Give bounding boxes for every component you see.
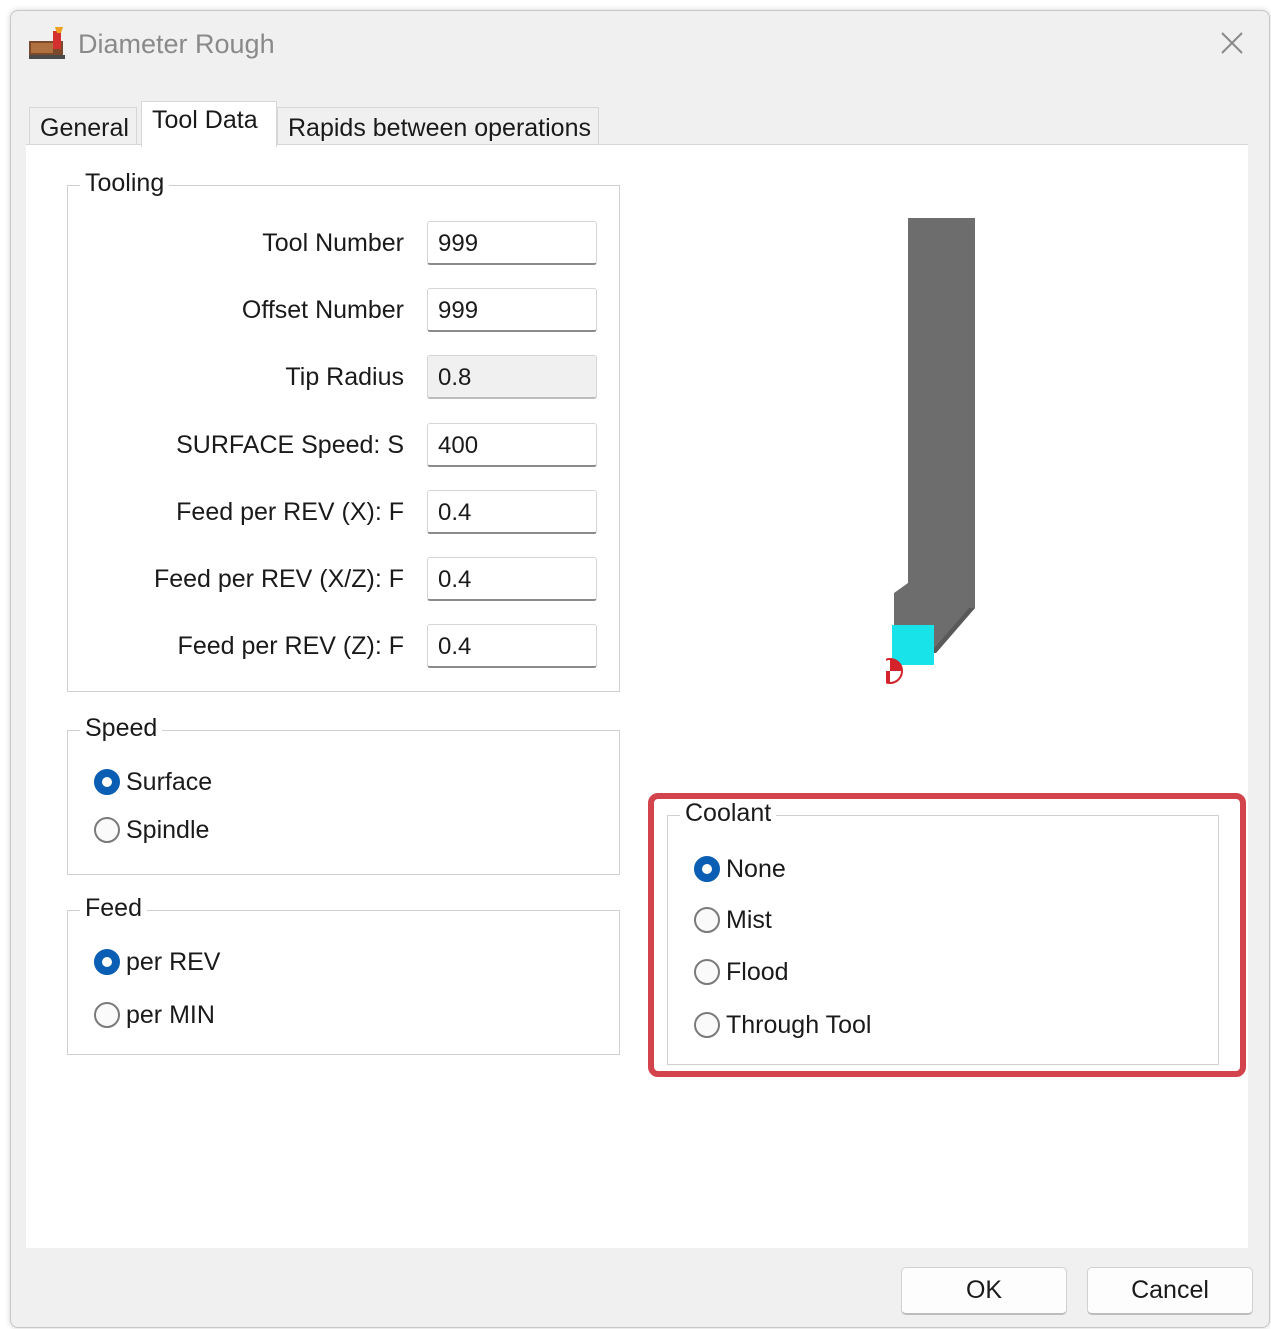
feed-rev-z-row: Feed per REV (Z): F 0.4: [68, 624, 618, 668]
radio-button[interactable]: [694, 907, 720, 933]
dialog-window: Diameter Rough General Tool Data Rapids …: [10, 10, 1270, 1328]
feed-rev-x-label: Feed per REV (X): F: [176, 498, 404, 526]
radio-button[interactable]: [94, 1002, 120, 1028]
lathe-tool-icon: [29, 27, 69, 61]
tab-strip: General Tool Data Rapids between operati…: [29, 101, 629, 147]
surface-speed-row: SURFACE Speed: S 400: [68, 423, 618, 467]
coolant-through-tool-label: Through Tool: [726, 1010, 872, 1039]
feed-rev-xz-row: Feed per REV (X/Z): F 0.4: [68, 557, 618, 601]
radio-button[interactable]: [694, 1012, 720, 1038]
surface-speed-input[interactable]: 400: [427, 423, 597, 467]
tip-radius-row: Tip Radius 0.8: [68, 355, 618, 399]
radio-button[interactable]: [694, 856, 720, 882]
coolant-mist-label: Mist: [726, 905, 772, 934]
feed-rev-x-row: Feed per REV (X): F 0.4: [68, 490, 618, 534]
feed-group-label: Feed: [80, 894, 147, 923]
window-title: Diameter Rough: [78, 29, 275, 59]
ok-button[interactable]: OK: [901, 1267, 1067, 1315]
speed-group: Speed Surface Spindle: [67, 714, 620, 875]
tool-number-input[interactable]: 999: [427, 221, 597, 265]
speed-spindle-label: Spindle: [126, 815, 210, 844]
close-icon: [1221, 32, 1243, 54]
feed-rev-z-label: Feed per REV (Z): F: [177, 632, 404, 660]
coolant-mist-option[interactable]: Mist: [694, 901, 772, 939]
coolant-flood-label: Flood: [726, 957, 789, 986]
offset-number-input[interactable]: 999: [427, 288, 597, 332]
cancel-button[interactable]: Cancel: [1087, 1267, 1253, 1315]
coolant-none-label: None: [726, 854, 786, 883]
tooling-group: Tooling Tool Number 999 Offset Number 99…: [67, 169, 620, 692]
radio-button[interactable]: [94, 769, 120, 795]
feed-rev-xz-label: Feed per REV (X/Z): F: [153, 565, 404, 593]
tool-data-panel: Tooling Tool Number 999 Offset Number 99…: [26, 144, 1248, 1248]
speed-surface-option[interactable]: Surface: [94, 763, 212, 801]
tab-general[interactable]: General: [29, 107, 137, 145]
feed-rev-xz-input[interactable]: 0.4: [427, 557, 597, 601]
tooling-group-label: Tooling: [80, 169, 170, 198]
surface-speed-label: SURFACE Speed: S: [176, 431, 404, 459]
coolant-group: Coolant None Mist Flood Through Tool: [667, 799, 1219, 1065]
feed-per-rev-label: per REV: [126, 947, 221, 976]
coolant-flood-option[interactable]: Flood: [694, 953, 789, 991]
tip-radius-input: 0.8: [427, 355, 597, 399]
tool-number-label: Tool Number: [262, 229, 404, 257]
coolant-through-tool-option[interactable]: Through Tool: [694, 1006, 871, 1044]
tool-number-row: Tool Number 999: [68, 221, 618, 265]
feed-group: Feed per REV per MIN: [67, 894, 620, 1055]
feed-rev-z-input[interactable]: 0.4: [427, 624, 597, 668]
feed-per-min-option[interactable]: per MIN: [94, 996, 215, 1034]
tab-rapids-between-operations[interactable]: Rapids between operations: [277, 107, 599, 145]
tool-preview-graphic: [877, 213, 1016, 693]
offset-number-row: Offset Number 999: [68, 288, 618, 332]
speed-surface-label: Surface: [126, 767, 213, 796]
tab-tool-data[interactable]: Tool Data: [141, 101, 277, 147]
coolant-group-label: Coolant: [680, 799, 777, 828]
feed-rev-x-input[interactable]: 0.4: [427, 490, 597, 534]
feed-per-min-label: per MIN: [126, 1000, 215, 1029]
speed-group-label: Speed: [80, 714, 163, 743]
feed-per-rev-option[interactable]: per REV: [94, 943, 220, 981]
radio-button[interactable]: [694, 959, 720, 985]
close-button[interactable]: [1209, 23, 1255, 63]
title-bar: Diameter Rough: [11, 11, 1269, 83]
offset-number-label: Offset Number: [241, 296, 404, 324]
speed-spindle-option[interactable]: Spindle: [94, 811, 209, 849]
tip-radius-label: Tip Radius: [285, 363, 404, 391]
radio-button[interactable]: [94, 949, 120, 975]
radio-button[interactable]: [94, 817, 120, 843]
coolant-none-option[interactable]: None: [694, 850, 786, 888]
